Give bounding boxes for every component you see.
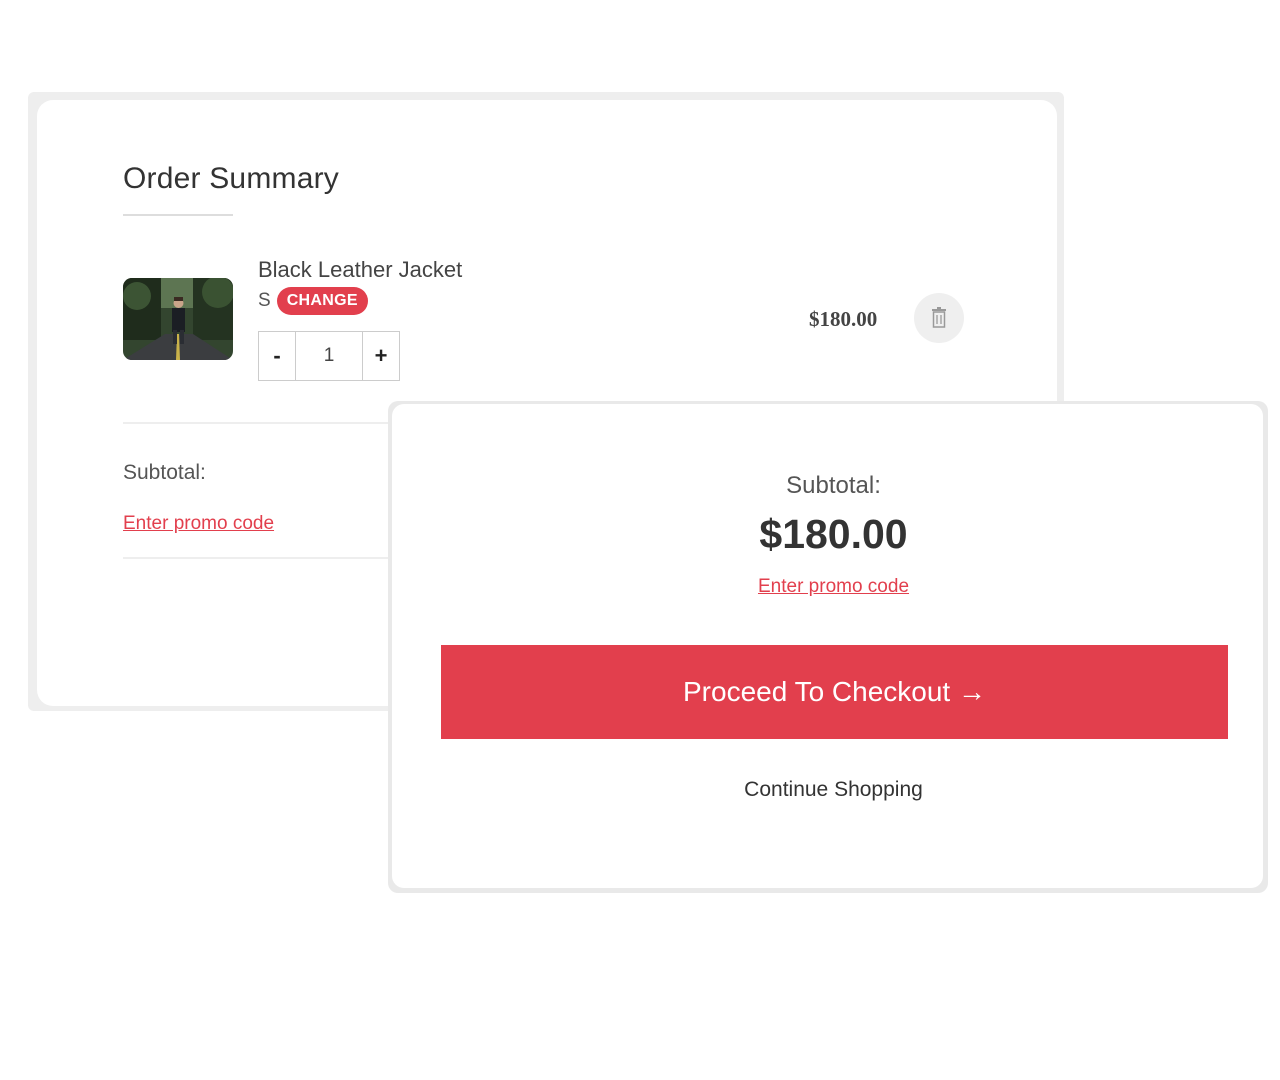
checkout-promo-row: Enter promo code: [392, 576, 1275, 598]
quantity-stepper: - 1 +: [258, 331, 400, 381]
checkout-subtotal-label: Subtotal:: [786, 472, 881, 499]
product-photo: [123, 278, 233, 360]
size-row: S CHANGE: [258, 286, 368, 316]
promo-code-link[interactable]: Enter promo code: [123, 513, 274, 535]
trash-icon: [932, 307, 946, 328]
increment-button[interactable]: +: [363, 332, 399, 380]
title-underline: [123, 214, 233, 216]
product-image[interactable]: [123, 278, 233, 360]
subtotal-label: Subtotal:: [123, 461, 206, 484]
remove-item-button[interactable]: [914, 293, 964, 343]
proceed-to-checkout-button[interactable]: Proceed To Checkout →: [441, 645, 1228, 739]
quantity-input[interactable]: 1: [295, 332, 363, 380]
checkout-subtotal-amount: $180.00: [759, 511, 908, 557]
checkout-panel: Subtotal: $180.00 Enter promo code Proce…: [392, 404, 1263, 888]
continue-shopping-link[interactable]: Continue Shopping: [392, 778, 1275, 802]
size-value: S: [258, 290, 271, 311]
product-name: Black Leather Jacket: [258, 257, 463, 282]
checkout-promo-code-link[interactable]: Enter promo code: [758, 576, 909, 597]
line-item-price: $180.00: [809, 307, 878, 331]
order-summary-title: Order Summary: [123, 162, 339, 195]
decrement-button[interactable]: -: [259, 332, 295, 380]
change-size-button[interactable]: CHANGE: [276, 287, 368, 315]
